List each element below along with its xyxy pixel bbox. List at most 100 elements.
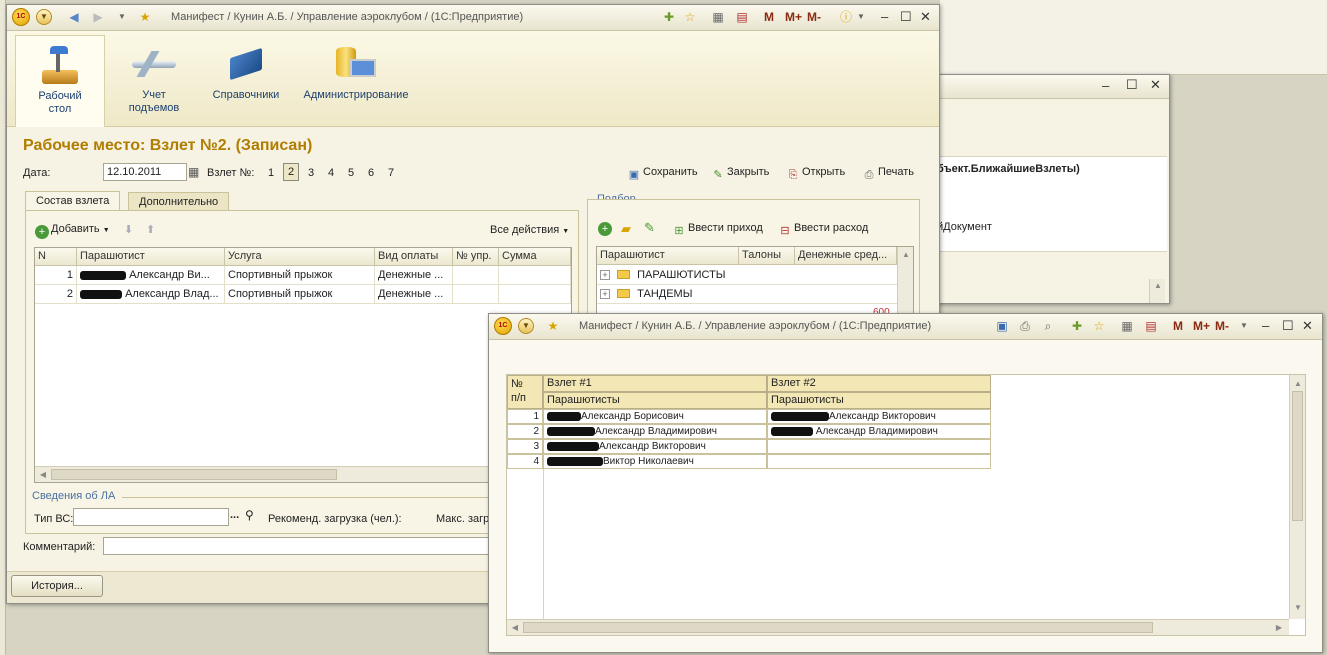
edit-pencil-icon[interactable]: ✎ — [644, 220, 655, 236]
tab-additional[interactable]: Дополнительно — [128, 192, 230, 210]
minimize-icon[interactable]: ‒ — [881, 10, 888, 24]
close-icon[interactable]: ✕ — [1150, 78, 1161, 92]
scroll-left-icon[interactable]: ◀ — [509, 623, 521, 632]
select-ellipsis-button[interactable]: ... — [230, 509, 239, 521]
comment-input[interactable] — [103, 537, 503, 555]
selection-table[interactable]: Парашютист Талоны Денежные сред... ▲ + П… — [596, 246, 914, 321]
calendar-icon[interactable]: ▤ — [1144, 319, 1158, 333]
all-actions-button[interactable]: Все действия ▼ — [490, 224, 569, 236]
add-button[interactable]: + Добавить ▼ — [35, 223, 110, 239]
section-admin[interactable]: Администрирование — [297, 35, 415, 127]
tree-row-parachutists[interactable]: + ПАРАШЮТИСТЫ — [597, 266, 897, 285]
spreadsheet[interactable]: № п/п Взлет #1 Взлет #2 Парашютисты Пара… — [506, 374, 1306, 636]
flight-link-1[interactable]: 1 — [268, 167, 274, 179]
memory-plus-button[interactable]: M+ — [1193, 319, 1210, 333]
menu-dropdown-icon[interactable]: ▼ — [36, 9, 52, 25]
scroll-right-icon[interactable]: ▶ — [1273, 623, 1285, 632]
scroll-up-icon[interactable]: ▲ — [900, 250, 912, 259]
add-favorite-icon[interactable]: ✚ — [662, 10, 676, 24]
flight-link-2[interactable]: 2 — [283, 163, 300, 181]
selection-header-coupons[interactable]: Талоны — [739, 247, 795, 265]
section-catalogs[interactable]: Справочники — [205, 35, 287, 127]
back-arrow-icon[interactable]: ◀ — [67, 10, 81, 24]
column-header-sum[interactable]: Сумма — [499, 248, 571, 266]
column-header-service[interactable]: Услуга — [225, 248, 375, 266]
add-circle-icon[interactable]: + — [598, 222, 612, 236]
scrollbar-thumb[interactable] — [51, 469, 337, 480]
close-icon[interactable]: ✕ — [920, 10, 931, 24]
calculator-icon[interactable]: ▦ — [711, 10, 725, 24]
open-button[interactable]: ⎘ Открыть — [786, 166, 846, 182]
minimize-icon[interactable]: ‒ — [1102, 79, 1109, 93]
memory-m-button[interactable]: M — [764, 10, 774, 24]
report-vertical-scrollbar[interactable]: ▲ ▼ — [1289, 375, 1305, 619]
section-flights[interactable]: Учет подъемов — [111, 35, 197, 127]
print-button[interactable]: ⎙ Печать — [862, 166, 914, 182]
favorites-star-icon[interactable]: ★ — [138, 10, 152, 24]
selection-header-money[interactable]: Денежные сред... — [795, 247, 897, 265]
star-outline-icon[interactable]: ☆ — [683, 10, 697, 24]
calendar-icon[interactable]: ▤ — [735, 10, 749, 24]
minimize-icon[interactable]: ‒ — [1262, 319, 1269, 333]
tree-row-tandems[interactable]: + ТАНДЕМЫ — [597, 285, 897, 304]
expense-button[interactable]: ⊟ Ввести расход — [778, 222, 868, 238]
calendar-picker-icon[interactable]: ▦ — [188, 165, 199, 179]
memory-minus-button[interactable]: M- — [1215, 319, 1229, 333]
move-up-icon[interactable]: ⬆ — [146, 223, 155, 236]
aircraft-type-input[interactable] — [73, 508, 229, 526]
1c-logo-icon[interactable]: 1С — [494, 317, 512, 335]
column-header-upr[interactable]: № упр. — [453, 248, 499, 266]
search-icon[interactable]: ⚲ — [245, 508, 254, 522]
memory-minus-button[interactable]: M- — [807, 10, 821, 24]
more-dropdown-icon[interactable]: ▼ — [1237, 319, 1251, 333]
date-input[interactable]: 12.10.2011 — [103, 163, 187, 181]
background-scrollbar[interactable]: ▲ — [1149, 279, 1165, 303]
flight-link-4[interactable]: 4 — [328, 167, 334, 179]
scroll-up-icon[interactable]: ▲ — [1292, 379, 1304, 388]
income-button[interactable]: ⊞ Ввести приход — [672, 222, 762, 238]
history-button[interactable]: История... — [11, 575, 103, 597]
forward-arrow-icon[interactable]: ▶ — [91, 10, 105, 24]
add-folder-icon[interactable]: ▰ — [621, 221, 631, 237]
scroll-down-icon[interactable]: ▼ — [1292, 603, 1304, 612]
history-dropdown-icon[interactable]: ▼ — [115, 10, 129, 24]
menu-dropdown-icon[interactable]: ▼ — [518, 318, 534, 334]
flight-link-7[interactable]: 7 — [388, 167, 394, 179]
move-down-icon[interactable]: ⬇ — [124, 223, 133, 236]
close-icon[interactable]: ✕ — [1302, 319, 1313, 333]
memory-m-button[interactable]: M — [1173, 319, 1183, 333]
expand-plus-icon[interactable]: + — [600, 270, 610, 280]
calculator-icon[interactable]: ▦ — [1120, 319, 1134, 333]
save-icon[interactable]: ▣ — [995, 319, 1009, 333]
expand-plus-icon[interactable]: + — [600, 289, 610, 299]
flight-link-3[interactable]: 3 — [308, 167, 314, 179]
scroll-up-icon[interactable]: ▲ — [1152, 281, 1164, 290]
selection-header-parachutist[interactable]: Парашютист — [597, 247, 739, 265]
scrollbar-thumb[interactable] — [523, 622, 1153, 633]
memory-plus-button[interactable]: M+ — [785, 10, 802, 24]
section-desktop[interactable]: Рабочий стол — [15, 35, 105, 127]
selection-scrollbar[interactable]: ▲ — [897, 247, 913, 321]
add-favorite-icon[interactable]: ✚ — [1070, 319, 1084, 333]
info-icon[interactable]: ⓘ — [839, 10, 853, 24]
scrollbar-thumb[interactable] — [1292, 391, 1303, 521]
column-header-n[interactable]: N — [35, 248, 77, 266]
star-outline-icon[interactable]: ☆ — [1092, 319, 1106, 333]
info-dropdown-icon[interactable]: ▼ — [854, 10, 868, 24]
scroll-left-icon[interactable]: ◀ — [37, 470, 49, 479]
print-preview-icon[interactable]: ⌕ — [1041, 319, 1055, 333]
maximize-icon[interactable]: ☐ — [900, 10, 912, 24]
maximize-icon[interactable]: ☐ — [1282, 319, 1294, 333]
flight-link-5[interactable]: 5 — [348, 167, 354, 179]
column-header-payment[interactable]: Вид оплаты — [375, 248, 453, 266]
tab-flight-composition[interactable]: Состав взлета — [25, 191, 121, 210]
favorites-star-icon[interactable]: ★ — [546, 319, 560, 333]
printer-icon[interactable]: ⎙ — [1018, 319, 1032, 333]
report-horizontal-scrollbar[interactable]: ◀ ▶ — [507, 619, 1289, 635]
close-form-button[interactable]: ✎ Закрыть — [711, 166, 769, 182]
flight-link-6[interactable]: 6 — [368, 167, 374, 179]
column-header-parachutist[interactable]: Парашютист — [77, 248, 225, 266]
save-button[interactable]: ▣ Сохранить — [627, 166, 698, 182]
1c-logo-icon[interactable]: 1С — [12, 8, 30, 26]
maximize-icon[interactable]: ☐ — [1126, 78, 1138, 92]
